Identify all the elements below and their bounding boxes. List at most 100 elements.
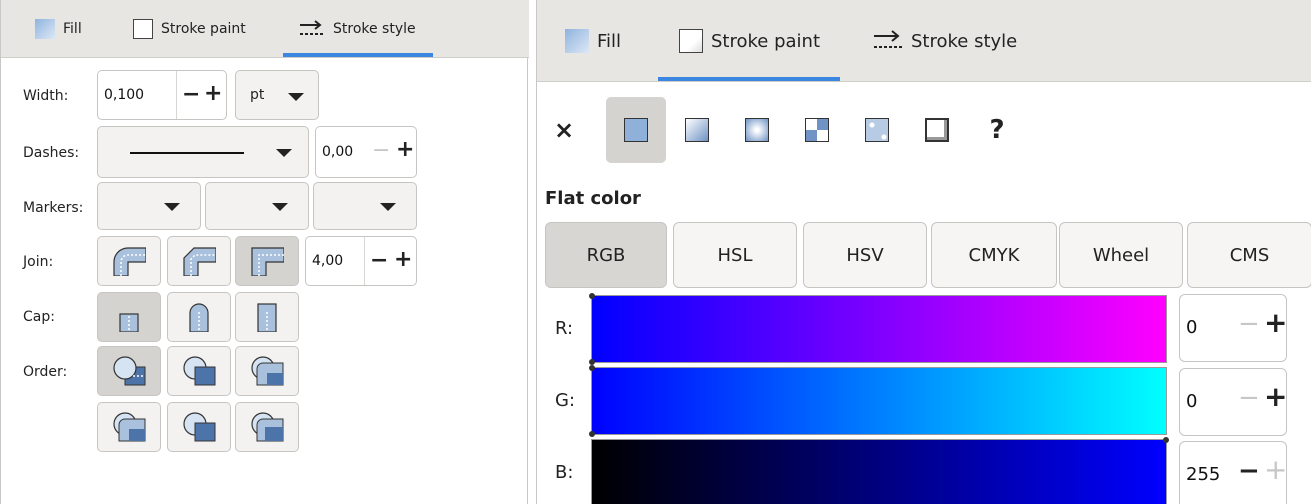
- swatch-button[interactable]: [847, 97, 907, 163]
- linear-gradient-button[interactable]: [667, 97, 727, 163]
- order-fill-markers-stroke-button[interactable]: [97, 402, 161, 452]
- red-value: 0: [1186, 317, 1198, 338]
- flat-color-button[interactable]: [606, 97, 666, 163]
- dash-offset-increment-button[interactable]: +: [396, 139, 414, 161]
- green-decrement-button[interactable]: −: [1238, 385, 1260, 411]
- join-miter-button[interactable]: [235, 236, 299, 286]
- round-cap-icon: [189, 303, 209, 332]
- red-increment-button[interactable]: +: [1264, 309, 1287, 337]
- mode-hsl-button[interactable]: HSL: [673, 222, 797, 288]
- red-value-spinbox[interactable]: 0 − +: [1179, 294, 1287, 362]
- miter-limit-decrement-button[interactable]: −: [370, 250, 388, 272]
- cap-round-button[interactable]: [167, 292, 231, 342]
- butt-cap-icon: [119, 313, 139, 332]
- mode-hsv-button[interactable]: HSV: [803, 222, 927, 288]
- chevron-down-icon: [272, 203, 288, 211]
- fill-swatch-icon: [565, 29, 589, 53]
- tab-fill-label: Fill: [63, 21, 82, 37]
- no-paint-button[interactable]: ×: [534, 97, 594, 163]
- mid-marker-dropdown[interactable]: [205, 182, 309, 230]
- width-value: 0,100: [104, 87, 145, 103]
- stroke-paint-panel: Fill Stroke paint Stroke style × ? Flat …: [536, 0, 1311, 504]
- end-marker-dropdown[interactable]: [313, 182, 417, 230]
- tab-stroke-style[interactable]: Stroke style: [299, 0, 416, 58]
- dash-pattern-dropdown[interactable]: [97, 126, 309, 178]
- separator: [364, 237, 365, 285]
- swatch-icon: [865, 118, 889, 142]
- width-unit-dropdown[interactable]: pt: [235, 70, 319, 120]
- tab-stroke-paint[interactable]: Stroke paint: [679, 0, 820, 82]
- slider-handle[interactable]: [589, 431, 595, 437]
- fill-swatch-icon: [35, 19, 55, 39]
- tab-fill[interactable]: Fill: [565, 0, 621, 82]
- paint-order-icon: [251, 412, 284, 442]
- width-spinbox[interactable]: 0,100 − +: [97, 70, 227, 120]
- green-channel-slider[interactable]: [589, 365, 1167, 437]
- linear-gradient-icon: [685, 118, 709, 142]
- tab-stroke-style-label: Stroke style: [911, 30, 1018, 52]
- width-increment-button[interactable]: +: [204, 83, 222, 105]
- stroke-paint-swatch-icon: [133, 19, 153, 39]
- chevron-down-icon: [380, 203, 396, 211]
- miter-limit-spinbox[interactable]: 4,00 − +: [305, 236, 417, 286]
- red-channel-label: R:: [555, 318, 574, 339]
- stroke-style-icon: [299, 20, 325, 38]
- radial-gradient-button[interactable]: [727, 97, 787, 163]
- slider-handle[interactable]: [589, 365, 595, 371]
- tab-fill[interactable]: Fill: [35, 0, 82, 58]
- miter-join-icon: [251, 247, 284, 276]
- dash-offset-spinbox[interactable]: 0,00 − +: [315, 126, 417, 178]
- help-button[interactable]: ?: [967, 97, 1027, 163]
- unset-paint-button[interactable]: [907, 97, 967, 163]
- tab-stroke-style[interactable]: Stroke style: [873, 0, 1017, 82]
- blue-value-spinbox[interactable]: 255 − +: [1179, 441, 1287, 504]
- unset-frame-icon: [925, 118, 949, 142]
- paint-order-icon: [113, 412, 146, 442]
- order-stroke-fill-markers-button[interactable]: [167, 346, 231, 396]
- order-markers-stroke-fill-button[interactable]: [235, 402, 299, 452]
- miter-limit-value: 4,00: [312, 253, 344, 269]
- dashes-label: Dashes:: [23, 145, 80, 161]
- width-decrement-button[interactable]: −: [182, 84, 200, 106]
- slider-handle[interactable]: [589, 293, 595, 299]
- tab-bar: Fill Stroke paint Stroke style: [1, 0, 529, 58]
- blue-increment-button[interactable]: +: [1264, 456, 1287, 484]
- order-fill-stroke-markers-button[interactable]: [97, 346, 161, 396]
- cap-square-button[interactable]: [235, 292, 299, 342]
- join-bevel-button[interactable]: [167, 236, 231, 286]
- cap-butt-button[interactable]: [97, 292, 161, 342]
- flat-color-icon: [624, 118, 648, 142]
- miter-limit-increment-button[interactable]: +: [394, 249, 412, 271]
- blue-channel-slider[interactable]: [591, 437, 1169, 504]
- start-marker-dropdown[interactable]: [97, 182, 201, 230]
- paint-order-icon: [113, 356, 146, 386]
- join-round-button[interactable]: [97, 236, 161, 286]
- chevron-down-icon: [276, 149, 292, 157]
- green-increment-button[interactable]: +: [1264, 383, 1287, 411]
- active-tab-indicator: [283, 53, 433, 57]
- dash-offset-decrement-button[interactable]: −: [372, 140, 390, 162]
- mode-hsv-label: HSV: [846, 244, 884, 266]
- slider-handle[interactable]: [1163, 437, 1169, 443]
- solid-line-preview: [130, 152, 244, 154]
- mode-cmyk-button[interactable]: CMYK: [931, 222, 1057, 288]
- red-channel-slider[interactable]: [589, 293, 1167, 365]
- radial-gradient-icon: [745, 118, 769, 142]
- pattern-button[interactable]: [787, 97, 847, 163]
- tab-bar: Fill Stroke paint Stroke style: [537, 0, 1311, 82]
- active-tab-indicator: [658, 77, 840, 81]
- pattern-icon: [805, 118, 829, 142]
- green-value-spinbox[interactable]: 0 − +: [1179, 368, 1287, 436]
- mode-cms-button[interactable]: CMS: [1187, 222, 1311, 288]
- paint-order-icon: [251, 356, 284, 386]
- red-decrement-button[interactable]: −: [1238, 311, 1260, 337]
- tab-stroke-paint[interactable]: Stroke paint: [133, 0, 246, 58]
- mode-rgb-label: RGB: [586, 244, 626, 266]
- mode-wheel-button[interactable]: Wheel: [1059, 222, 1183, 288]
- order-stroke-markers-fill-button[interactable]: [167, 402, 231, 452]
- join-label: Join:: [23, 254, 54, 270]
- order-markers-fill-stroke-button[interactable]: [235, 346, 299, 396]
- mode-rgb-button[interactable]: RGB: [545, 222, 667, 288]
- blue-decrement-button[interactable]: −: [1238, 458, 1260, 484]
- tab-stroke-paint-label: Stroke paint: [711, 30, 821, 52]
